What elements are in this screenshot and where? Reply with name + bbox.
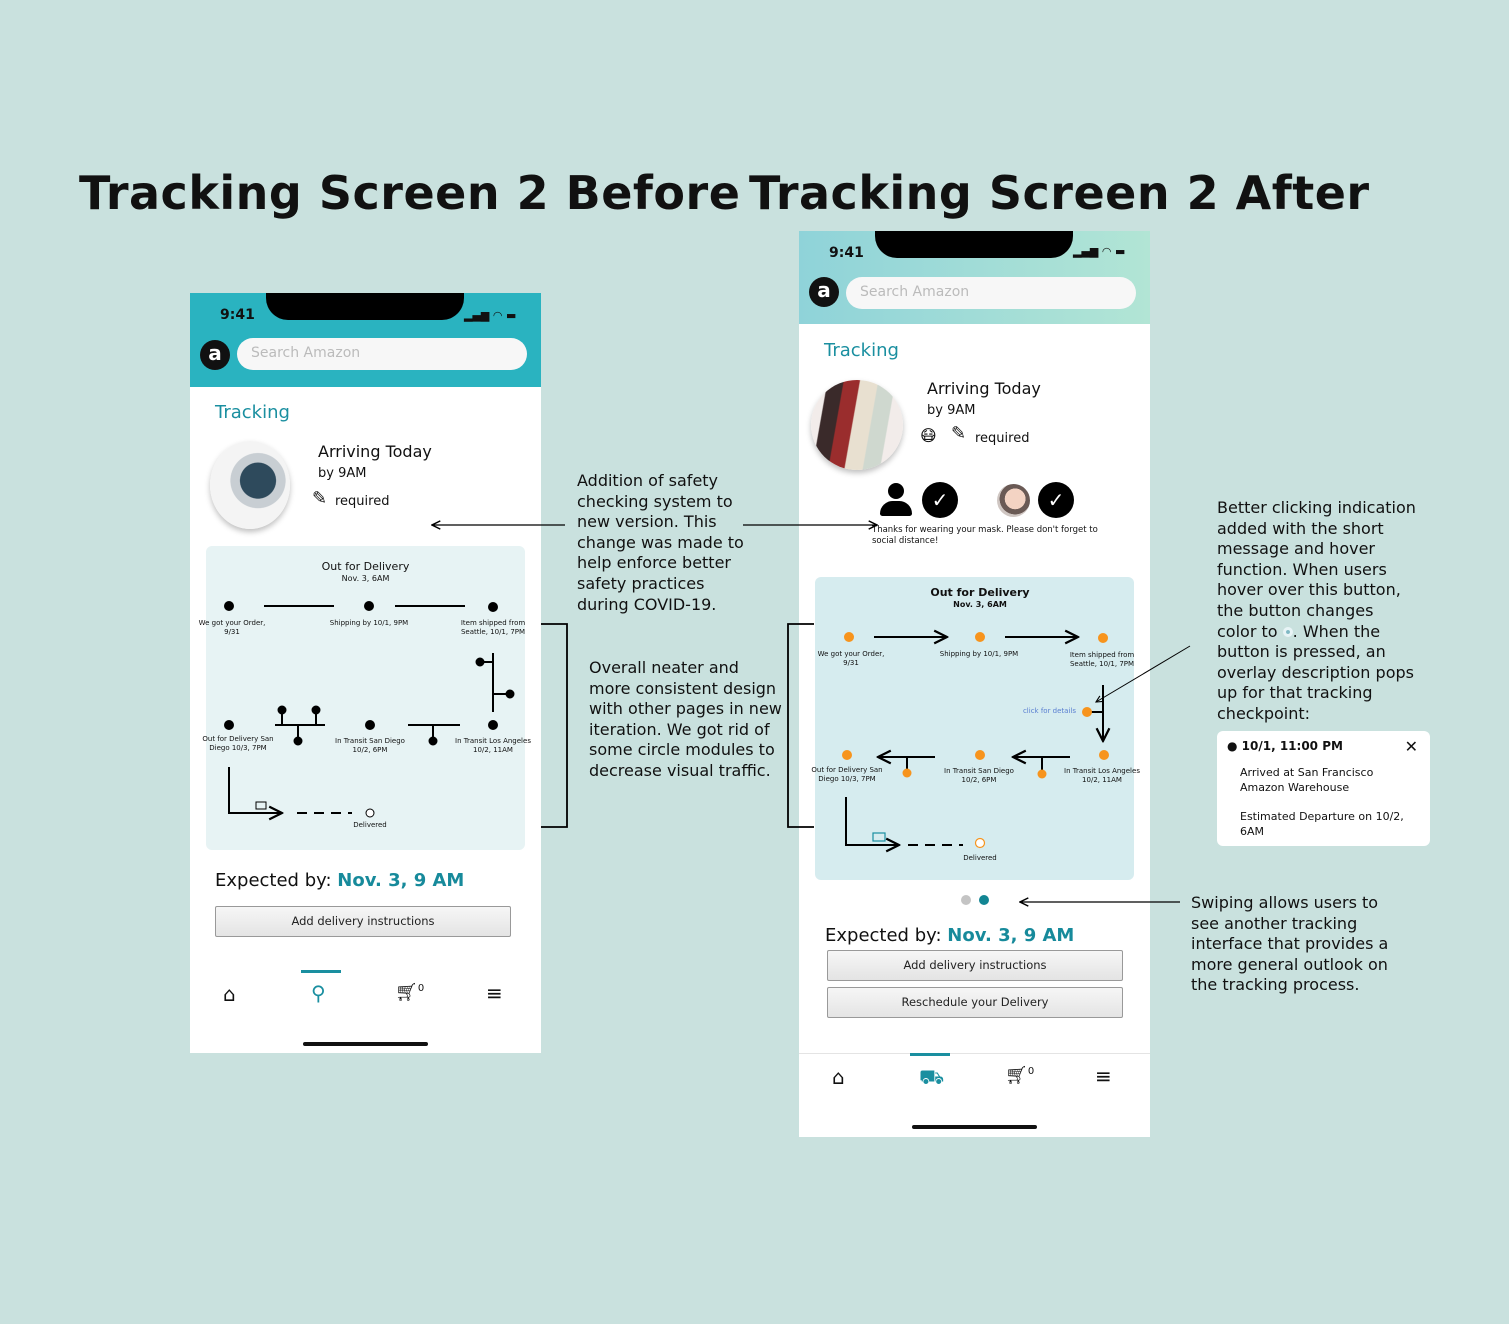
hover-color-swatch bbox=[1282, 626, 1293, 637]
note-design: Overall neater and more consistent desig… bbox=[589, 658, 782, 780]
popup-line1: Arrived at San Francisco Amazon Warehous… bbox=[1240, 766, 1374, 794]
note-swiping: Swiping allows users to see another trac… bbox=[1191, 893, 1389, 995]
after-timeline bbox=[842, 632, 1109, 848]
annotation-connectors bbox=[432, 525, 1191, 902]
close-icon[interactable]: ✕ bbox=[1405, 737, 1418, 756]
note-clicking: Better clicking indication added with th… bbox=[1217, 498, 1416, 723]
bullet: ● bbox=[1227, 739, 1242, 753]
popup-time: 10/1, 11:00 PM bbox=[1241, 739, 1343, 753]
checkpoint-popup: ● 10/1, 11:00 PM ✕ Arrived at San Franci… bbox=[1217, 731, 1430, 846]
note-safety: Addition of safety checking system to ne… bbox=[577, 471, 744, 614]
popup-line2: Estimated Departure on 10/2, 6AM bbox=[1240, 810, 1404, 838]
before-timeline bbox=[224, 601, 515, 817]
